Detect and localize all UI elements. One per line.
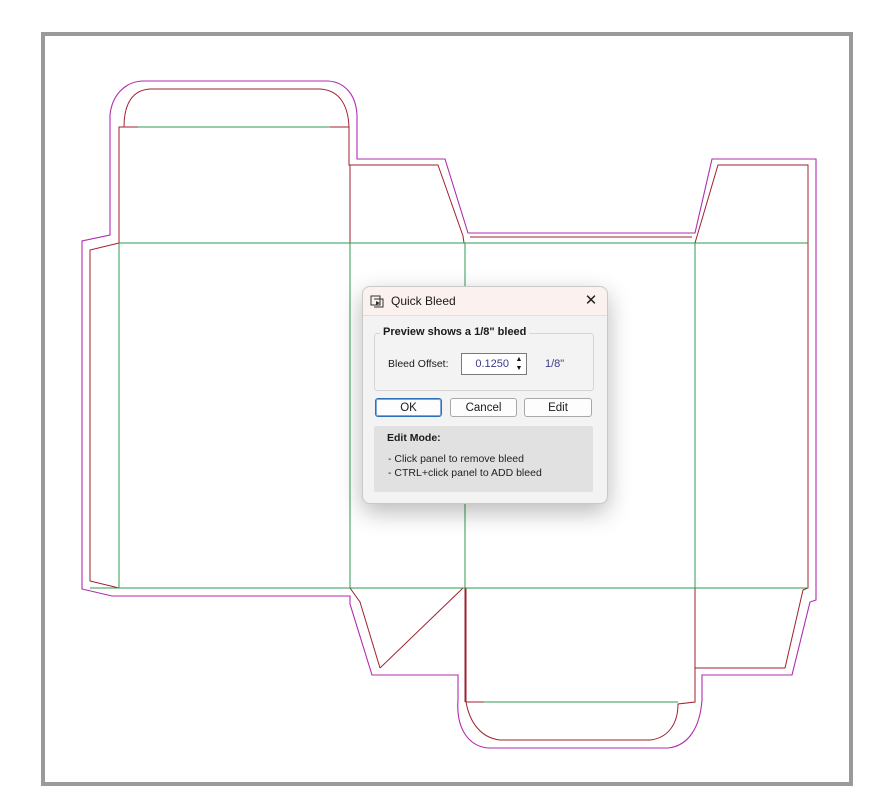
edit-mode-panel: Edit Mode: - Click panel to remove bleed… <box>374 426 593 492</box>
quick-bleed-app-icon <box>370 295 384 308</box>
dialog-title: Quick Bleed <box>391 294 456 308</box>
edit-button[interactable]: Edit <box>524 398 592 417</box>
edit-mode-instruction: - CTRL+click panel to ADD bleed <box>388 467 542 479</box>
bleed-fraction-label: 1/8" <box>545 358 565 370</box>
close-button[interactable]: ✕ <box>581 291 601 311</box>
edit-mode-instruction: - Click panel to remove bleed <box>388 453 524 465</box>
stepper-up-icon[interactable]: ▲ <box>513 355 525 364</box>
stepper-down-icon[interactable]: ▼ <box>513 364 525 373</box>
stepper-buttons: ▲ ▼ <box>513 355 525 373</box>
ok-button[interactable]: OK <box>375 398 442 417</box>
bleed-preview-group: Preview shows a 1/8" bleed Bleed Offset:… <box>374 326 594 391</box>
cancel-button[interactable]: Cancel <box>450 398 517 417</box>
dialog-titlebar[interactable]: Quick Bleed ✕ <box>363 287 607 316</box>
bleed-offset-label: Bleed Offset: <box>388 358 449 370</box>
quick-bleed-dialog: Quick Bleed ✕ Preview shows a 1/8" bleed… <box>362 286 608 504</box>
bleed-offset-stepper[interactable]: ▲ ▼ <box>461 353 527 375</box>
edit-mode-title: Edit Mode: <box>387 432 441 444</box>
close-icon: ✕ <box>584 292 598 309</box>
bleed-offset-input[interactable] <box>462 354 511 374</box>
group-title: Preview shows a 1/8" bleed <box>380 326 530 338</box>
